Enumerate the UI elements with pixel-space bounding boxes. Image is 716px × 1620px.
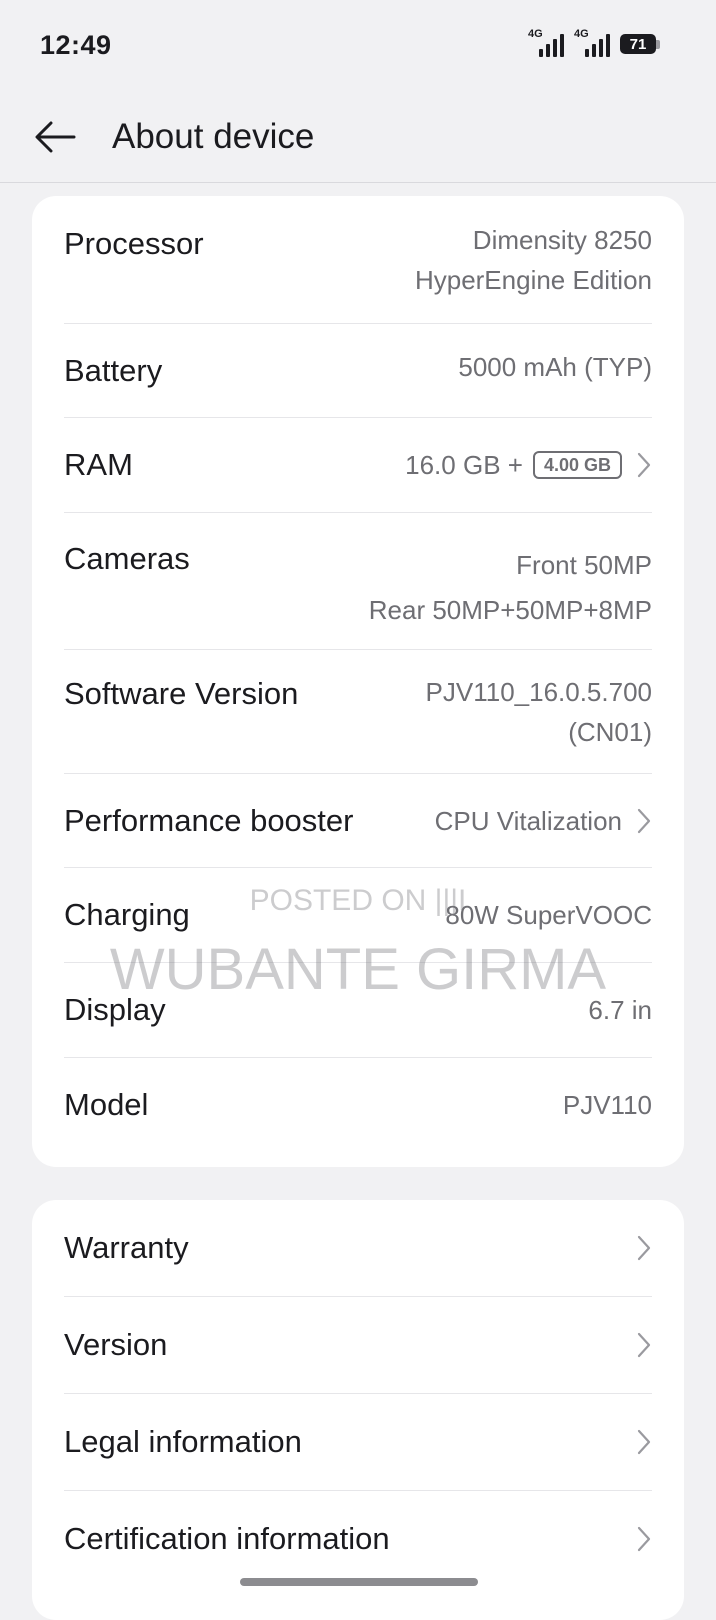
gesture-nav-handle[interactable] [240, 1578, 478, 1586]
chevron-right-icon [637, 808, 651, 833]
spec-value-line: Dimensity 8250 [472, 225, 652, 255]
chevron-right-icon [637, 1526, 651, 1552]
app-bar: About device [0, 92, 716, 183]
spec-value: 5000 mAh (TYP) [458, 351, 652, 382]
spec-label: Display [64, 992, 166, 1027]
link-row-legal-information[interactable]: Legal information [64, 1394, 652, 1491]
spec-row-display: Display 6.7 in [64, 963, 652, 1058]
battery-level: 71 [620, 34, 656, 54]
spec-label: Software Version [64, 676, 299, 711]
performance-booster-value: CPU Vitalization [434, 805, 622, 836]
status-time: 12:49 [40, 30, 112, 60]
spec-value-line: Front 50MP [516, 550, 652, 580]
spec-row-processor: Processor Dimensity 8250 HyperEngine Edi… [64, 196, 652, 324]
spec-label: Battery [64, 352, 163, 388]
device-specs-card: Processor Dimensity 8250 HyperEngine Edi… [32, 196, 684, 1167]
ram-value: 16.0 GB + [405, 450, 523, 480]
spec-label: RAM [64, 447, 133, 482]
spec-row-software-version: Software Version PJV110_16.0.5.700 (CN01… [64, 650, 652, 774]
battery-icon: 71 [620, 34, 660, 54]
link-row-warranty[interactable]: Warranty [64, 1200, 652, 1297]
spec-row-cameras: Cameras Front 50MP Rear 50MP+50MP+8MP [64, 513, 652, 650]
chevron-right-icon [637, 1429, 651, 1455]
link-label: Warranty [64, 1230, 189, 1265]
back-button[interactable] [32, 112, 82, 162]
page-title: About device [112, 117, 315, 156]
link-row-certification-information[interactable]: Certification information [64, 1491, 652, 1587]
status-icons: 4G 4G 71 [528, 28, 660, 57]
chevron-right-icon [637, 1332, 651, 1358]
back-arrow-icon [35, 121, 76, 153]
spec-value-line: HyperEngine Edition [414, 265, 652, 295]
device-links-card: Warranty Version Legal information Certi… [32, 1200, 684, 1620]
spec-value-line: (CN01) [568, 717, 652, 747]
link-row-version[interactable]: Version [64, 1297, 652, 1394]
extended-ram-badge: 4.00 GB [532, 451, 622, 479]
spec-row-ram[interactable]: RAM 16.0 GB + 4.00 GB [64, 418, 652, 513]
link-label: Legal information [64, 1424, 302, 1459]
spec-value: PJV110_16.0.5.700 (CN01) [426, 650, 652, 773]
spec-value: 16.0 GB + 4.00 GB [405, 445, 652, 485]
link-label: Version [64, 1327, 168, 1362]
spec-label: Charging [64, 897, 190, 932]
spec-value: Dimensity 8250 HyperEngine Edition [415, 196, 652, 323]
signal-icon: 4G [528, 28, 564, 57]
spec-label: Model [64, 1087, 149, 1122]
spec-value: 80W SuperVOOC [445, 900, 652, 930]
chevron-right-icon [637, 1235, 651, 1261]
spec-row-performance-booster[interactable]: Performance booster CPU Vitalization [64, 774, 652, 868]
spec-label: Performance booster [64, 802, 354, 838]
spec-value: CPU Vitalization [435, 801, 652, 841]
signal-icon: 4G [574, 28, 610, 57]
spec-value-line: PJV110_16.0.5.700 [425, 677, 652, 707]
spec-row-model: Model PJV110 [64, 1058, 652, 1152]
spec-value-line: Rear 50MP+50MP+8MP [368, 595, 652, 625]
spec-label: Processor [64, 226, 204, 261]
spec-row-battery: Battery 5000 mAh (TYP) [64, 324, 652, 418]
spec-value: Front 50MP Rear 50MP+50MP+8MP [369, 513, 652, 649]
spec-value: PJV110 [562, 1090, 652, 1120]
spec-row-charging: Charging 80W SuperVOOC [64, 868, 652, 963]
spec-label: Cameras [64, 541, 190, 576]
link-label: Certification information [64, 1521, 390, 1556]
spec-value: 6.7 in [588, 995, 652, 1025]
status-bar: 12:49 4G 4G 71 [0, 0, 716, 92]
chevron-right-icon [637, 452, 651, 478]
